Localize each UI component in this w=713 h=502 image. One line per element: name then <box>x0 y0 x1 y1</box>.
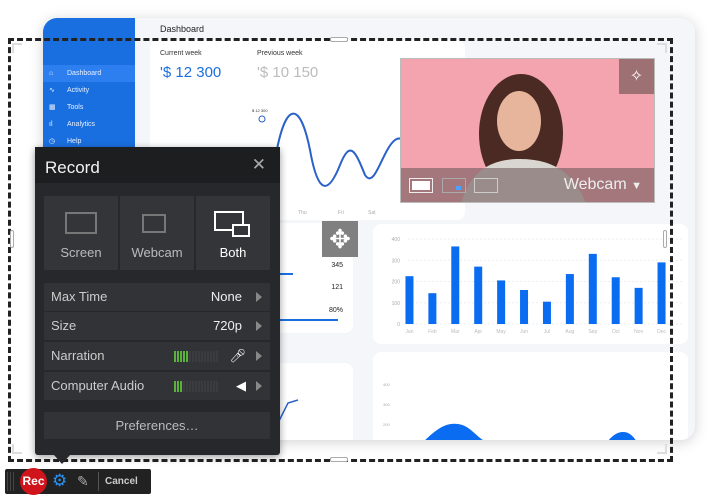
mode-webcam-button[interactable]: Webcam <box>120 196 194 270</box>
camera-overlay-icon <box>232 224 250 237</box>
panel-pointer <box>54 455 70 464</box>
resize-handle-top[interactable] <box>330 37 348 42</box>
meter-segment <box>198 381 200 392</box>
meter-segment <box>210 351 212 362</box>
meter-segment <box>213 351 215 362</box>
meter-segment <box>192 351 194 362</box>
layout-none-icon[interactable] <box>474 178 498 193</box>
record-title: Record <box>35 147 280 183</box>
meter-segment <box>198 351 200 362</box>
mode-both-button[interactable]: Both <box>196 196 270 270</box>
meter-segment <box>189 381 191 392</box>
resize-handle-left[interactable] <box>10 230 14 248</box>
row-label: Size <box>51 318 77 333</box>
meter-segment <box>204 381 206 392</box>
row-value: None <box>210 289 242 304</box>
meter-segment <box>174 351 176 362</box>
row-value: 720p <box>213 318 242 333</box>
narration-level-meter <box>174 351 218 362</box>
mode-screen-button[interactable]: Screen <box>44 196 118 270</box>
cancel-button[interactable]: Cancel <box>105 476 138 487</box>
meter-segment <box>195 381 197 392</box>
meter-segment <box>186 351 188 362</box>
close-icon[interactable]: ✕ <box>252 155 266 175</box>
narration-row[interactable]: Narration 🎤︎ <box>44 342 270 370</box>
meter-segment <box>180 381 182 392</box>
resize-handle-right[interactable] <box>663 230 667 248</box>
microphone-icon: 🎤︎ <box>229 348 246 363</box>
max-time-row[interactable]: Max Time None <box>44 283 270 311</box>
webcam-preview[interactable]: ✧ Webcam ▼ <box>400 58 655 203</box>
meter-segment <box>216 381 218 392</box>
mode-label: Both <box>219 245 247 260</box>
webcam-label: Webcam <box>563 176 627 193</box>
layout-full-icon[interactable] <box>409 178 433 193</box>
mode-label: Webcam <box>131 245 183 260</box>
meter-segment <box>207 351 209 362</box>
meter-segment <box>186 381 188 392</box>
meter-segment <box>213 381 215 392</box>
preferences-button[interactable]: Preferences… <box>44 412 270 439</box>
meter-segment <box>189 351 191 362</box>
chevron-right-icon <box>256 321 262 331</box>
meter-segment <box>216 351 218 362</box>
page-title: Dashboard <box>160 24 205 34</box>
corner-handle[interactable] <box>12 444 22 454</box>
meter-segment <box>201 381 203 392</box>
webcam-dropdown[interactable]: Webcam ▼ <box>564 176 642 194</box>
recording-toolbar: Rec ⚙ ✎ Cancel <box>5 468 151 495</box>
mode-label: Screen <box>60 245 102 260</box>
meter-segment <box>177 381 179 392</box>
magic-wand-icon[interactable]: ✧ <box>619 59 654 94</box>
meter-segment <box>195 351 197 362</box>
audio-level-meter <box>174 381 218 392</box>
rec-button[interactable]: Rec <box>20 468 47 495</box>
chevron-down-icon: ▼ <box>631 180 642 192</box>
speaker-icon: ◀ <box>236 378 246 393</box>
chevron-right-icon <box>256 292 262 302</box>
size-row[interactable]: Size 720p <box>44 312 270 340</box>
monitor-icon <box>65 212 97 234</box>
move-handle-icon[interactable]: ✥ <box>322 221 358 257</box>
meter-segment <box>210 381 212 392</box>
meter-segment <box>201 351 203 362</box>
corner-handle[interactable] <box>657 43 667 53</box>
meter-segment <box>183 351 185 362</box>
meter-segment <box>180 351 182 362</box>
webcam-footer: Webcam ▼ <box>401 168 654 202</box>
computer-audio-row[interactable]: Computer Audio ◀ <box>44 372 270 400</box>
chevron-right-icon <box>256 351 262 361</box>
row-label: Max Time <box>51 289 108 304</box>
meter-segment <box>183 381 185 392</box>
settings-gear-icon[interactable]: ⚙ <box>52 471 67 491</box>
chevron-right-icon <box>256 381 262 391</box>
meter-segment <box>177 351 179 362</box>
meter-segment <box>207 381 209 392</box>
resize-handle-bottom[interactable] <box>330 457 348 462</box>
row-label: Narration <box>51 348 105 363</box>
meter-segment <box>204 351 206 362</box>
pencil-icon[interactable]: ✎ <box>77 473 89 490</box>
layout-pip-icon[interactable] <box>442 178 466 193</box>
row-label: Computer Audio <box>51 378 145 393</box>
meter-segment <box>174 381 176 392</box>
drag-grip-icon[interactable] <box>7 472 15 491</box>
corner-handle[interactable] <box>657 444 667 454</box>
meter-segment <box>192 381 194 392</box>
divider <box>98 472 99 491</box>
record-panel: Record ✕ Screen Webcam Both Max Time None… <box>35 147 280 455</box>
corner-handle[interactable] <box>12 43 22 53</box>
camera-icon <box>142 214 166 233</box>
